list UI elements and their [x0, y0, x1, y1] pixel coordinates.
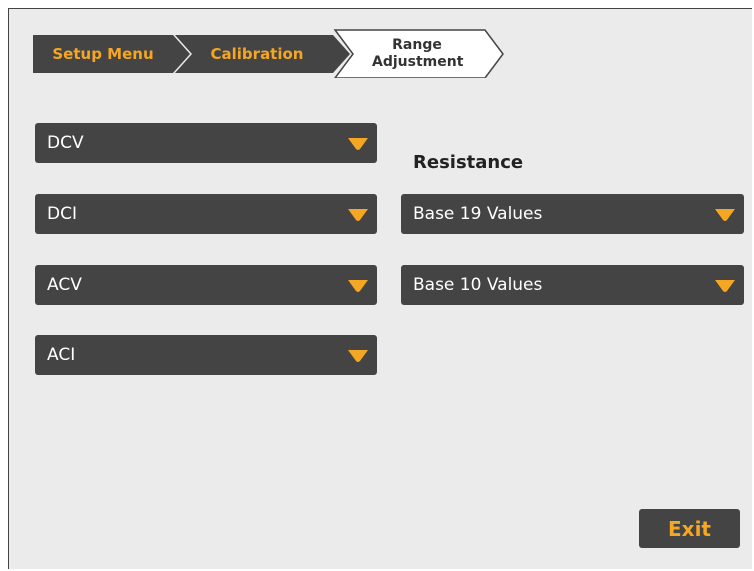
aci-dropdown-label: ACI: [47, 345, 76, 365]
base-10-values-dropdown[interactable]: Base 10 Values: [401, 265, 744, 305]
chevron-down-icon: [715, 280, 735, 292]
chevron-down-icon: [348, 350, 368, 362]
screen: Setup Menu Calibration Range Adjustment …: [8, 8, 752, 569]
base-19-values-dropdown[interactable]: Base 19 Values: [401, 194, 744, 234]
acv-dropdown-label: ACV: [47, 275, 82, 295]
breadcrumb-range-adjustment-text: Range Adjustment: [372, 37, 464, 70]
breadcrumb: Setup Menu Calibration Range Adjustment: [33, 22, 513, 78]
base-19-values-label: Base 19 Values: [413, 204, 543, 224]
exit-button[interactable]: Exit: [639, 509, 740, 548]
acv-dropdown[interactable]: ACV: [35, 265, 377, 305]
chevron-down-icon: [348, 138, 368, 150]
breadcrumb-range-adjustment-label: Range Adjustment: [345, 32, 489, 76]
base-10-values-label: Base 10 Values: [413, 275, 543, 295]
dcv-dropdown-label: DCV: [47, 133, 84, 153]
chevron-down-icon: [715, 209, 735, 221]
dcv-dropdown[interactable]: DCV: [35, 123, 377, 163]
chevron-down-icon: [348, 209, 368, 221]
resistance-title: Resistance: [413, 152, 524, 173]
dci-dropdown-label: DCI: [47, 204, 77, 224]
aci-dropdown[interactable]: ACI: [35, 335, 377, 375]
dci-dropdown[interactable]: DCI: [35, 194, 377, 234]
breadcrumb-calibration-label[interactable]: Calibration: [183, 35, 331, 73]
chevron-down-icon: [348, 280, 368, 292]
breadcrumb-setup-menu-label[interactable]: Setup Menu: [33, 35, 173, 73]
